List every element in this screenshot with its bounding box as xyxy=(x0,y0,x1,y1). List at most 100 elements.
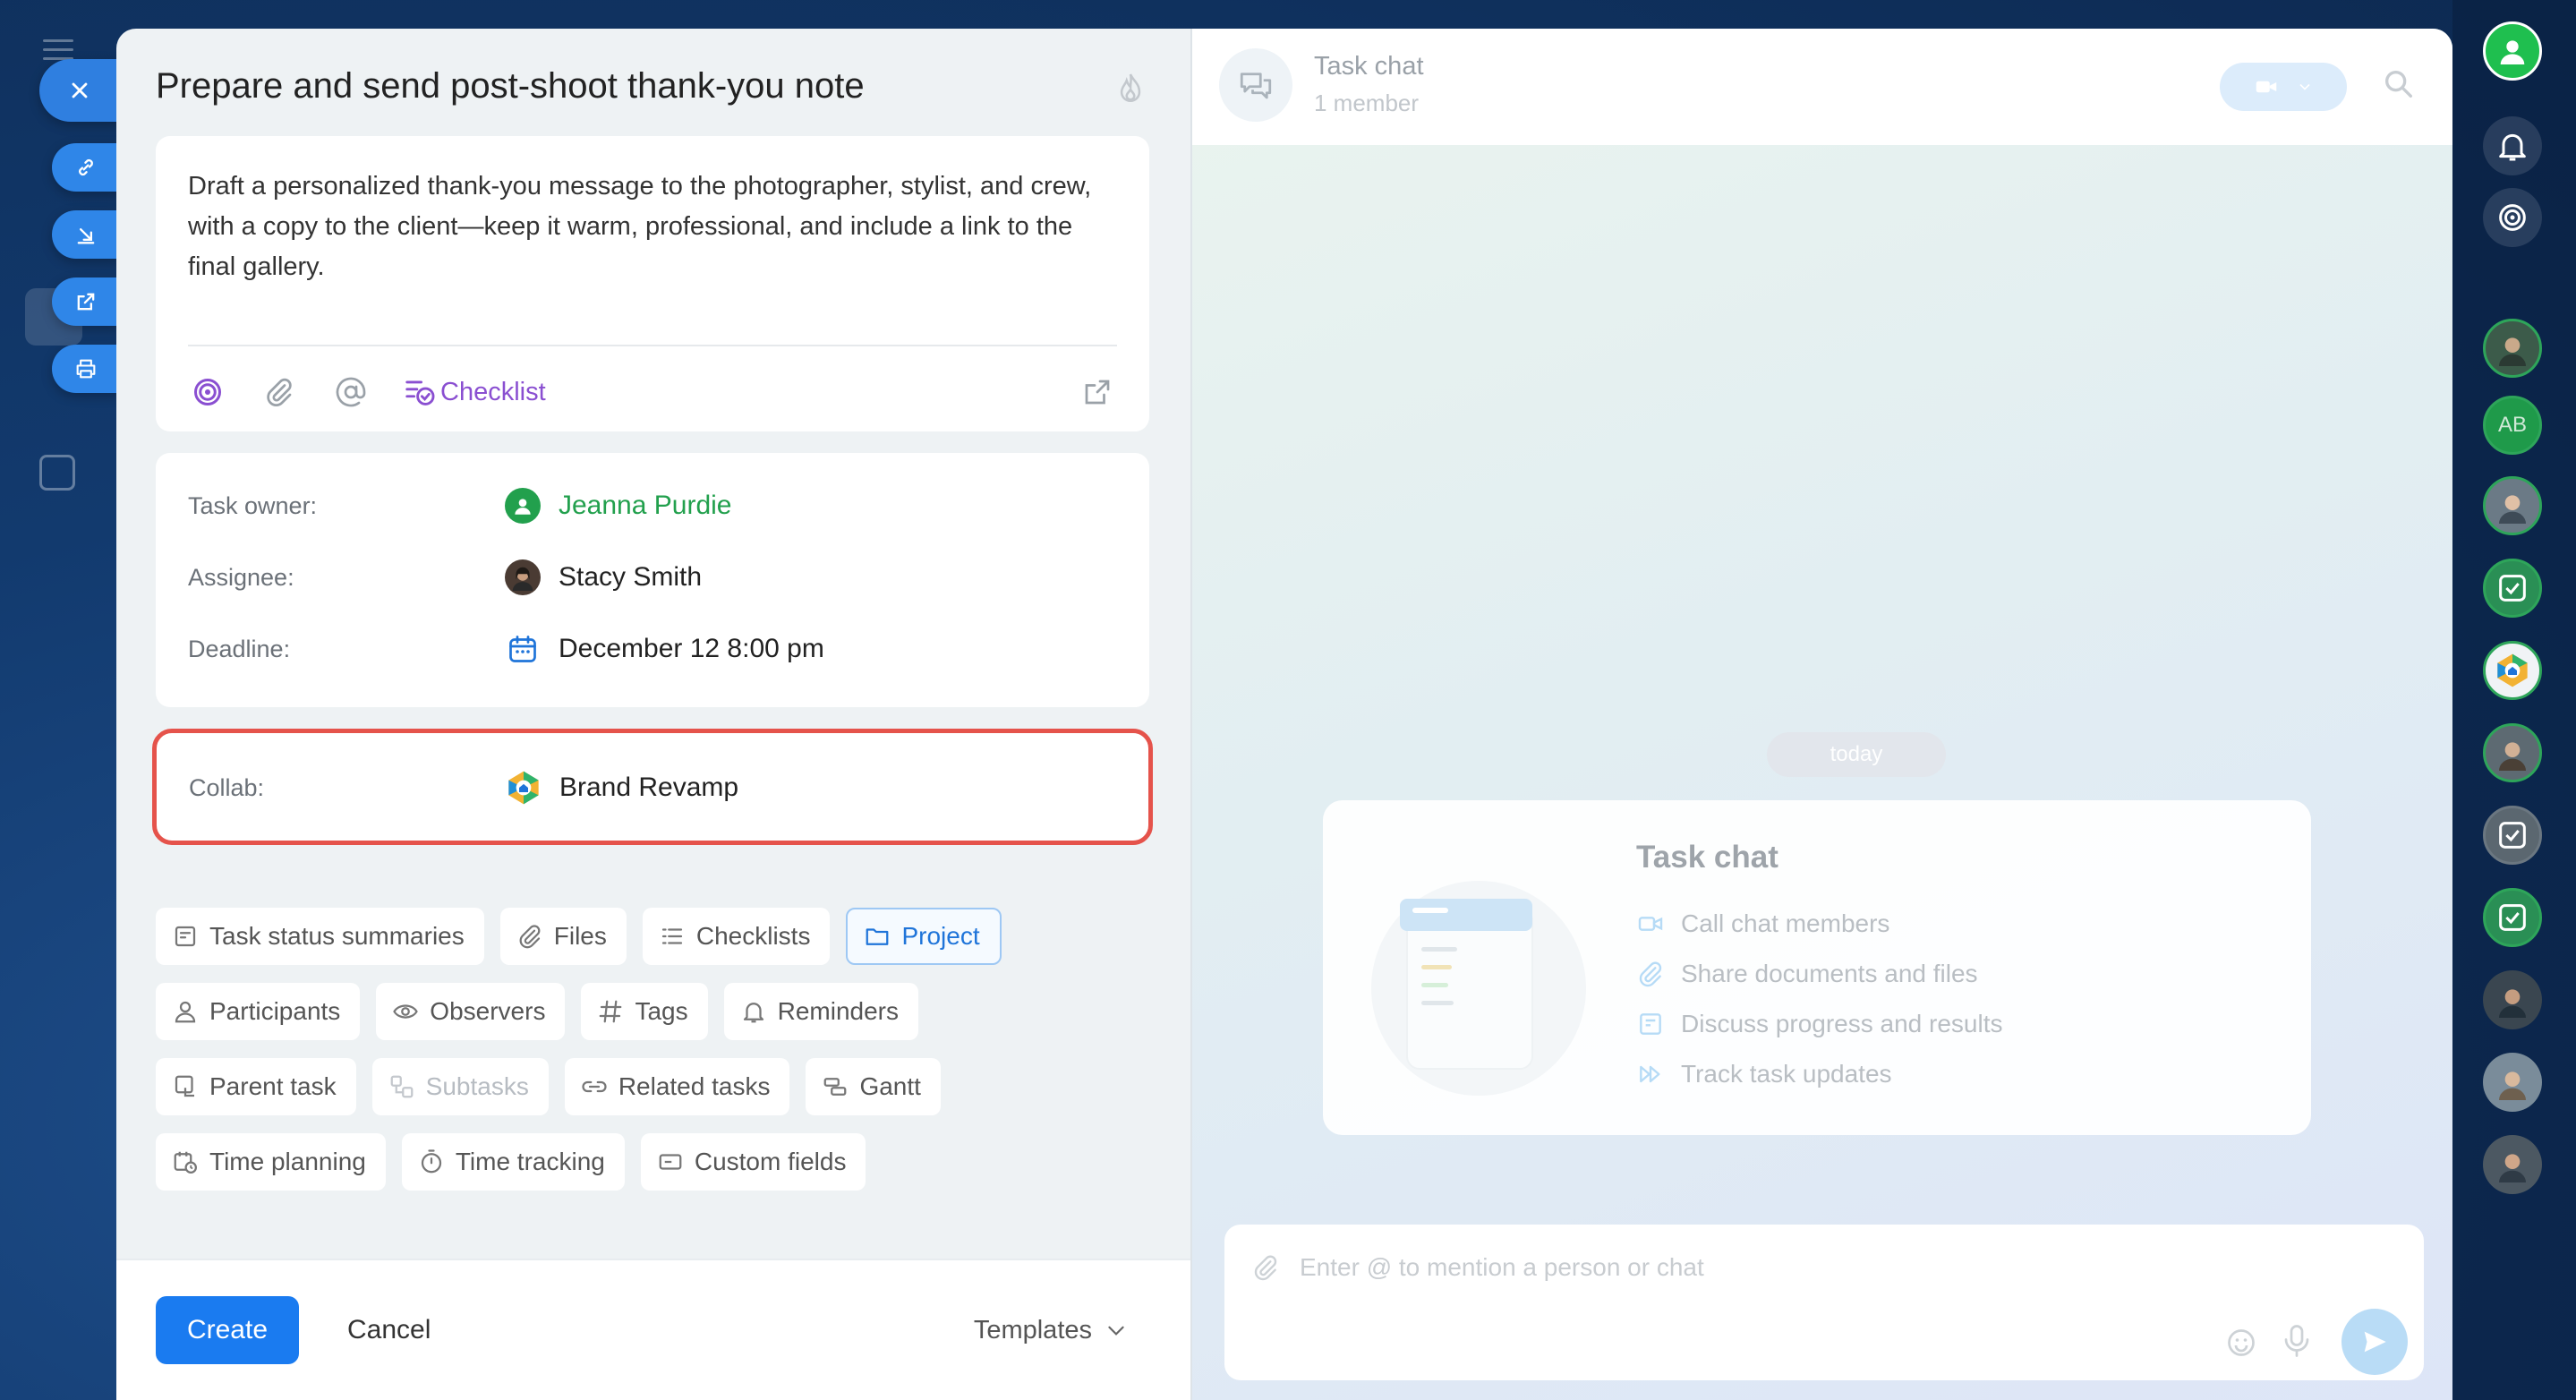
profile-avatar[interactable] xyxy=(2483,21,2542,81)
collab-field-highlighted: Collab: Brand Revamp xyxy=(152,729,1153,845)
collab-avatar[interactable] xyxy=(2483,641,2542,700)
chip-observers[interactable]: Observers xyxy=(376,983,566,1040)
promo-item-label: Track task updates xyxy=(1681,1060,1892,1088)
chip-label: Time planning xyxy=(209,1148,366,1175)
chip-custom-fields[interactable]: Custom fields xyxy=(640,1133,866,1191)
chip-tags[interactable]: Tags xyxy=(581,983,708,1040)
chip-subtasks[interactable]: Subtasks xyxy=(371,1058,549,1115)
chip-time-planning[interactable]: Time planning xyxy=(156,1133,386,1191)
video-camera-icon xyxy=(2256,81,2277,93)
contact-avatar[interactable] xyxy=(2483,319,2542,378)
paperclip-icon[interactable] xyxy=(1251,1253,1280,1282)
templates-label: Templates xyxy=(973,1315,1092,1345)
chat-member-count[interactable]: 1 member xyxy=(1314,90,1419,117)
contact-avatar[interactable] xyxy=(2483,970,2542,1029)
checklist-button[interactable]: Checklist xyxy=(403,375,546,409)
chip-label: Observers xyxy=(430,997,546,1025)
create-button[interactable]: Create xyxy=(156,1296,299,1364)
chip-participants[interactable]: Participants xyxy=(156,983,361,1040)
owner-value[interactable]: Jeanna Purdie xyxy=(505,488,731,524)
panel-footer: Create Cancel Templates xyxy=(116,1259,1190,1400)
divider xyxy=(188,345,1117,346)
chip-label: Gantt xyxy=(859,1072,921,1100)
video-camera-icon xyxy=(1638,917,1663,931)
notifications-button[interactable] xyxy=(2483,116,2542,175)
copilot-button[interactable] xyxy=(188,372,227,412)
person-photo-icon xyxy=(2499,742,2526,771)
contact-avatar[interactable] xyxy=(2483,723,2542,782)
chip-checklists[interactable]: Checklists xyxy=(642,908,831,965)
subtasks-icon xyxy=(390,1075,414,1098)
assignee-name: Stacy Smith xyxy=(559,562,703,592)
message-input[interactable] xyxy=(1300,1250,2284,1285)
microphone-icon[interactable] xyxy=(2281,1323,2313,1359)
chip-related-tasks[interactable]: Related tasks xyxy=(564,1058,790,1115)
emoji-icon[interactable] xyxy=(2225,1327,2257,1359)
parent-task-icon xyxy=(175,1075,194,1097)
menu-icon[interactable] xyxy=(43,39,73,60)
tasks-chat-avatar[interactable] xyxy=(2483,806,2542,865)
contact-avatar-initials[interactable]: AB xyxy=(2483,396,2542,455)
download-button[interactable] xyxy=(52,210,120,259)
task-fields-card: Task owner: Jeanna Purdie Assignee: Stac… xyxy=(156,453,1149,707)
calendar-icon-wrap xyxy=(505,631,541,667)
search-icon[interactable] xyxy=(2381,66,2417,102)
deadline-label: Deadline: xyxy=(188,635,291,662)
user-icon xyxy=(2500,40,2525,64)
user-icon xyxy=(515,499,531,515)
contact-avatar[interactable] xyxy=(2483,476,2542,535)
copilot-icon xyxy=(2499,204,2526,231)
task-chat-panel: Task chat 1 member today Task chat Call … xyxy=(1190,29,2452,1400)
owner-label: Task owner: xyxy=(188,491,318,519)
copilot-rail-button[interactable] xyxy=(2483,188,2542,247)
assignee-value[interactable]: Stacy Smith xyxy=(505,559,702,595)
chip-project[interactable]: Project xyxy=(846,908,1002,965)
contact-avatar[interactable] xyxy=(2483,1053,2542,1112)
chat-illustration-icon xyxy=(1371,881,1586,1096)
collab-label: Collab: xyxy=(189,773,265,801)
tasks-chat-avatar[interactable] xyxy=(2483,559,2542,618)
tasks-chat-avatar[interactable] xyxy=(2483,888,2542,947)
flame-icon[interactable] xyxy=(1115,72,1146,107)
promo-item-label: Share documents and files xyxy=(1681,960,1978,987)
attach-file-button[interactable] xyxy=(260,372,299,412)
promo-feature-list: Call chat members Share documents and fi… xyxy=(1636,899,2002,1099)
chip-reminders[interactable]: Reminders xyxy=(723,983,918,1040)
person-photo-icon xyxy=(2499,1071,2526,1100)
video-call-button[interactable] xyxy=(2220,63,2347,111)
calendar-nav-icon[interactable] xyxy=(39,455,75,491)
chip-parent-task[interactable]: Parent task xyxy=(156,1058,356,1115)
deadline-value[interactable]: December 12 8:00 pm xyxy=(505,631,824,667)
chip-label: Participants xyxy=(209,997,341,1025)
chip-files[interactable]: Files xyxy=(499,908,627,965)
task-checkbox-icon xyxy=(2499,822,2526,849)
message-square-icon xyxy=(1640,1013,1661,1035)
chip-gantt[interactable]: Gantt xyxy=(806,1058,941,1115)
cancel-button[interactable]: Cancel xyxy=(347,1296,431,1364)
contact-avatar[interactable] xyxy=(2483,1135,2542,1194)
copy-link-button[interactable] xyxy=(52,143,120,192)
person-icon xyxy=(175,1001,196,1023)
print-button[interactable] xyxy=(52,345,120,393)
expand-editor-button[interactable] xyxy=(1078,372,1117,412)
collab-value[interactable]: Brand Revamp xyxy=(506,770,738,806)
chip-time-tracking[interactable]: Time tracking xyxy=(401,1133,625,1191)
person-photo-icon xyxy=(2499,495,2526,524)
bell-icon xyxy=(2499,133,2526,161)
send-button[interactable] xyxy=(2341,1309,2408,1375)
external-link-icon xyxy=(77,293,95,311)
task-title[interactable]: Prepare and send post-shoot thank-you no… xyxy=(156,66,865,107)
chat-avatar xyxy=(1219,48,1292,122)
task-description[interactable]: Draft a personalized thank-you message t… xyxy=(188,166,1101,287)
arrow-down-right-icon xyxy=(77,228,95,244)
chat-header: Task chat 1 member xyxy=(1192,29,2452,145)
collab-logo-icon xyxy=(2497,653,2528,687)
chevron-down-icon xyxy=(2299,83,2310,90)
templates-dropdown[interactable]: Templates xyxy=(974,1296,1128,1364)
person-photo-icon xyxy=(2499,1154,2526,1182)
mention-button[interactable] xyxy=(331,372,371,412)
chat-intro-card: Task chat Call chat members Share docume… xyxy=(1323,800,2311,1135)
chip-task-status-summaries[interactable]: Task status summaries xyxy=(156,908,484,965)
open-new-window-button[interactable] xyxy=(52,277,120,326)
close-panel-button[interactable] xyxy=(39,59,120,122)
